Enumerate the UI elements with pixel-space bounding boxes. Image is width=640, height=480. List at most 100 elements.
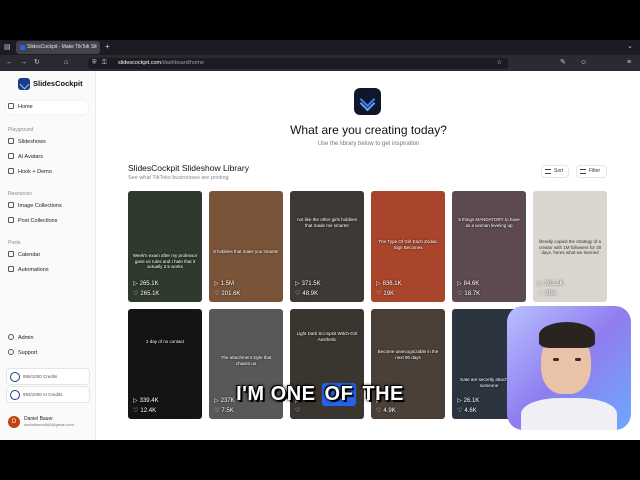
card-caption: 1 day of no contact [145,339,185,344]
extensions-icon[interactable]: ✎ [560,59,566,66]
user-email: danielbauer666@gmail.com [24,422,74,427]
menu-icon[interactable]: ≡ [627,59,631,66]
play-icon: ▷ [133,281,138,287]
card-views: ▷ 1.5M [214,280,234,287]
sidebar-item-label: Automations [18,267,49,273]
automation-icon [8,266,14,272]
heart-icon: ♡ [538,291,544,297]
heart-icon: ♡ [214,408,220,414]
browser-tab[interactable]: SlidesCockpit - Make TikTok Sli × [16,41,100,54]
subtitle-text: I'M ONE [236,383,322,405]
document-icon [8,217,14,223]
app-logo-icon [354,88,381,115]
card-likes: ♡ 201.6K [214,290,240,297]
views-count: 84.6K [463,281,480,287]
slideshow-card[interactable]: The Type Of Girl Each Zodiac Sign Become… [371,191,445,302]
url-host: slidescockpit.com [118,60,162,66]
tab-close-icon[interactable]: × [94,41,97,54]
presenter-eye [575,358,581,361]
sidebar-section-resources: Resources [8,191,32,197]
likes-count: 4.6K [464,408,477,414]
likes-count: 30K [545,291,557,297]
likes-count: 18.7K [464,291,481,297]
card-likes: ♡ 12.4K [133,407,156,414]
card-views: ▷ 265.1K [133,280,159,287]
hook-icon [8,168,14,174]
sort-icon [545,169,551,174]
card-caption: literally copied the strategy of a creat… [538,239,602,255]
account-icon[interactable]: ☺ [580,59,587,66]
library-subtitle: See what TikToks businesses are posting [128,175,229,181]
filter-button[interactable]: Filter [576,165,607,178]
sidebar-item-home[interactable]: Home [8,102,33,113]
play-icon: ▷ [214,281,219,287]
screen: ▤ SlidesCockpit - Make TikTok Sli × + ⌄ … [0,0,640,480]
card-caption: 9 hobbies that make you smarter [213,249,279,254]
heart-icon: ♡ [295,291,301,297]
presenter-hair [539,322,595,348]
slideshow-card[interactable]: 9 hobbies that make you smarter ▷ 1.5M ♡ 201… [209,191,283,302]
card-likes: ♡ 4.9K [376,407,396,414]
views-count: 1.5M [220,281,234,287]
sidebar-item-label: Home [18,104,33,110]
card-caption: Light Dark Sci-Spirit Witch-Girl Aesthet… [296,331,358,342]
slideshow-card[interactable]: not like the other girls hobbies that ma… [290,191,364,302]
likes-count: 19K [383,291,395,297]
sidebar-item-support[interactable]: Support [8,348,37,359]
play-icon: ▷ [538,281,543,287]
shield-icon[interactable]: ⛨ [92,60,97,66]
heart-icon: ♡ [457,408,463,414]
slideshow-card[interactable]: literally copied the strategy of a creat… [533,191,607,302]
bookmark-star-icon[interactable]: ☆ [497,60,502,66]
views-count: 371.5K [301,281,321,287]
sidebar-item-post-collections[interactable]: Post Collections [8,216,57,227]
sidebar-item-label: Admin [18,335,34,341]
card-likes: ♡ 48.9K [295,290,318,297]
sidebar-item-ai-avatars[interactable]: AI Avatars [8,152,43,163]
tab-overflow-icon[interactable]: ⌄ [627,43,633,50]
lock-icon[interactable]: ⚿ [102,60,107,66]
slideshow-card[interactable]: Week'n exam after my professor gave us r… [128,191,202,302]
sort-label: Sort [554,168,564,174]
app-name: SlidesCockpit [33,79,83,88]
card-likes: ♡ 30K [538,290,556,297]
likes-count: 12.4K [140,408,157,414]
sparkle-icon [8,153,14,159]
heart-icon: ♡ [376,291,382,297]
heart-icon: ♡ [295,408,301,414]
slideshow-card[interactable]: 5 things MANDATORY to have as a woman le… [452,191,526,302]
card-caption: Become unrecognizable in the next 90 day… [377,349,439,360]
card-views: ▷ 371.5K [295,280,321,287]
sidebar-item-admin[interactable]: Admin [8,333,34,344]
sidebar-item-automations[interactable]: Automations [8,265,49,276]
play-icon: ▷ [295,281,300,287]
new-tab-button[interactable]: + [105,43,110,51]
reload-icon[interactable]: ↻ [34,59,40,66]
likes-count: 265.1K [140,291,160,297]
progress-ring-icon [10,372,20,382]
likes-count: 48.9K [302,291,319,297]
sidebar-item-label: AI Avatars [18,154,43,160]
subtitle-highlight: OF [321,383,357,406]
credits-text: 895/1000 Credits [23,374,58,379]
card-caption: not like the other girls hobbies that ma… [297,217,357,228]
forward-icon[interactable]: → [20,59,27,66]
presenter-eye [553,358,559,361]
filter-icon [580,169,586,174]
likes-count: 4.9K [383,408,396,414]
tab-list-icon[interactable]: ▤ [4,44,11,51]
card-caption: Week'n exam after my professor gave us r… [132,253,198,269]
sort-button[interactable]: Sort [541,165,569,178]
sidebar-item-slideshows[interactable]: Slideshows [8,137,46,148]
url-bar[interactable]: ⛨ ⚿ slidescockpit.com/dashboard/home ☆ [88,58,508,69]
tab-title: SlidesCockpit - Make TikTok Sli [27,44,97,50]
sidebar-item-image-collections[interactable]: Image Collections [8,201,62,212]
sidebar-item-calendar[interactable]: Calendar [8,250,40,261]
sidebar-item-hook-demo[interactable]: Hook + Demo [8,167,52,178]
slideshow-icon [8,138,14,144]
help-icon [8,349,14,355]
tab-bar: ▤ SlidesCockpit - Make TikTok Sli × + ⌄ [0,40,640,55]
card-caption: 5 things MANDATORY to have as a woman le… [458,217,520,228]
home-icon[interactable]: ⌂ [64,59,68,66]
back-icon[interactable]: ← [6,59,13,66]
